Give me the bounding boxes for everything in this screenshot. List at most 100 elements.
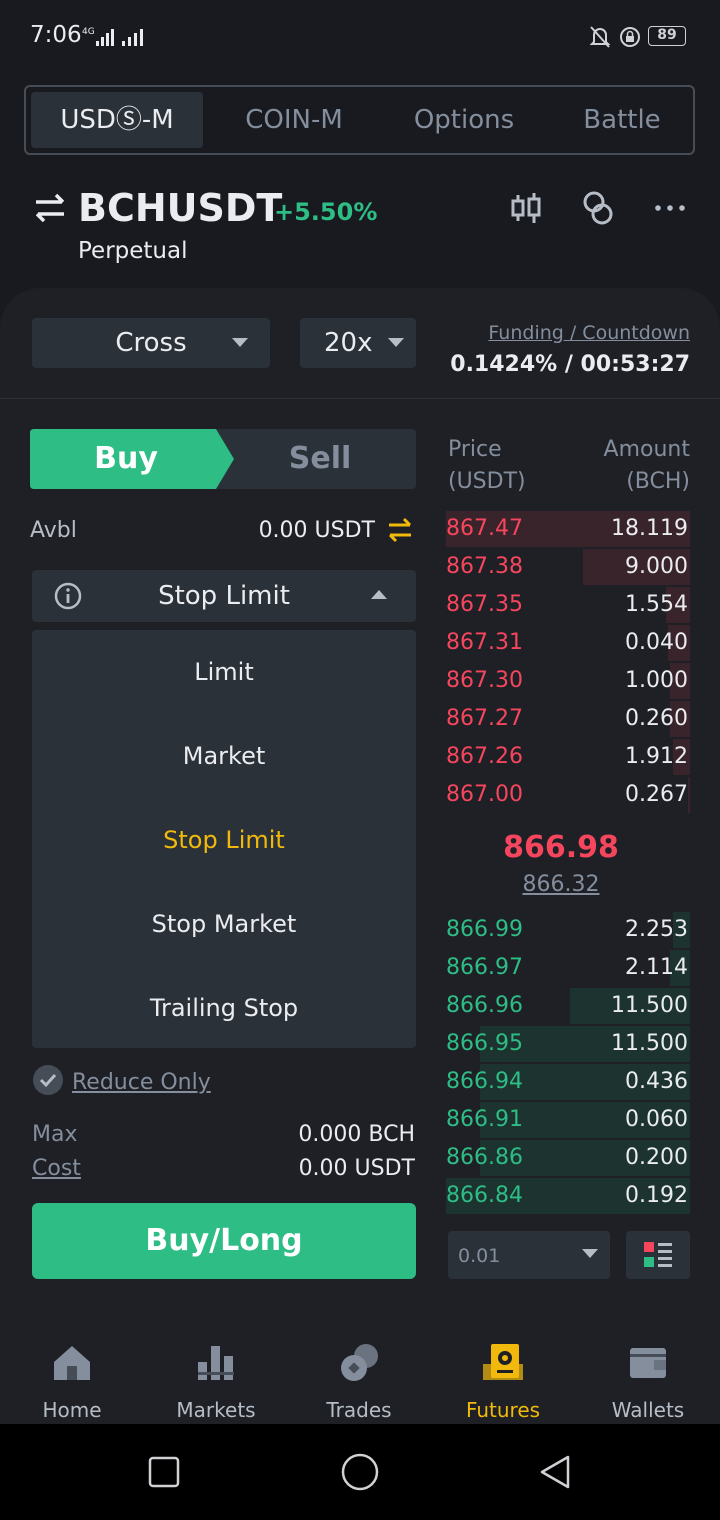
row-amount: 11.500 — [611, 1031, 688, 1056]
chevron-up-icon — [371, 590, 387, 599]
row-price: 866.84 — [446, 1183, 523, 1208]
menu-item-stop-market[interactable]: Stop Market — [32, 882, 416, 966]
row-amount: 0.060 — [625, 1107, 688, 1132]
amount-header-label: Amount — [603, 437, 690, 462]
contract-type: Perpetual — [78, 238, 188, 264]
orderbook-layout-icon — [644, 1242, 672, 1267]
order-type-value: Stop Limit — [158, 581, 290, 611]
row-amount: 0.040 — [625, 630, 688, 655]
buy-tab[interactable]: Buy — [30, 441, 222, 476]
row-price: 866.86 — [446, 1145, 523, 1170]
amount-header: Amount (BCH) — [604, 434, 690, 498]
buy-long-button[interactable]: Buy/Long — [32, 1203, 416, 1279]
row-amount: 1.912 — [625, 744, 688, 769]
sell-tab[interactable]: Sell — [226, 441, 414, 476]
price-header: Price (USDT) — [448, 434, 526, 498]
chevron-down-icon — [388, 338, 404, 347]
ask-row[interactable]: 867.00 0.267 — [446, 777, 690, 813]
menu-item-trailing-stop[interactable]: Trailing Stop — [32, 966, 416, 1050]
precision-select[interactable]: 0.01 — [448, 1231, 610, 1279]
row-price: 867.38 — [446, 554, 523, 579]
bid-row[interactable]: 866.84 0.192 — [446, 1178, 690, 1214]
row-amount: 1.554 — [625, 592, 688, 617]
copy-trading-icon[interactable] — [580, 190, 616, 226]
tab-battle[interactable]: Battle — [556, 92, 688, 148]
max-value: 0.000 BCH — [298, 1122, 415, 1147]
bell-off-icon — [589, 26, 611, 48]
bid-row[interactable]: 866.99 2.253 — [446, 912, 690, 948]
bid-row[interactable]: 866.96 11.500 — [446, 988, 690, 1024]
back-icon[interactable] — [538, 1454, 574, 1490]
bid-row[interactable]: 866.91 0.060 — [446, 1102, 690, 1138]
amount-header-unit: (BCH) — [626, 469, 690, 494]
row-price: 867.26 — [446, 744, 523, 769]
tab-usds-m[interactable]: USDⓈ-M — [31, 92, 203, 148]
row-price: 866.97 — [446, 955, 523, 980]
tab-coin-m[interactable]: COIN-M — [216, 92, 372, 148]
menu-item-market[interactable]: Market — [32, 714, 416, 798]
row-price: 866.94 — [446, 1069, 523, 1094]
tab-options[interactable]: Options — [386, 92, 542, 148]
swap-pair-icon[interactable] — [32, 190, 68, 226]
row-price: 867.47 — [446, 516, 523, 541]
home-button-icon[interactable] — [340, 1452, 380, 1492]
ask-row[interactable]: 867.35 1.554 — [446, 587, 690, 623]
funding-label[interactable]: Funding / Countdown — [488, 322, 690, 344]
chevron-down-icon — [582, 1249, 598, 1258]
menu-item-limit[interactable]: Limit — [32, 630, 416, 714]
nav-trades-label: Trades — [326, 1398, 392, 1422]
symbol-name[interactable]: BCHUSDT — [78, 186, 282, 230]
row-amount: 0.200 — [625, 1145, 688, 1170]
row-amount: 18.119 — [611, 516, 688, 541]
ask-row[interactable]: 867.47 18.119 — [446, 511, 690, 547]
orderbook-layout-button[interactable] — [626, 1231, 690, 1279]
funding-value: 0.1424% / 00:53:27 — [450, 352, 690, 377]
trades-icon — [341, 1344, 378, 1381]
status-bar: 7:06 4G 89 — [0, 0, 720, 72]
row-price: 867.00 — [446, 782, 523, 807]
avbl-value: 0.00 USDT — [258, 518, 375, 543]
menu-item-stop-limit[interactable]: Stop Limit — [32, 798, 416, 882]
avbl-label: Avbl — [30, 518, 77, 543]
candlestick-chart-icon[interactable] — [508, 190, 544, 226]
battery-icon: 89 — [648, 26, 686, 46]
buy-long-label: Buy/Long — [145, 1223, 303, 1258]
row-amount: 0.192 — [625, 1183, 688, 1208]
row-amount: 11.500 — [611, 993, 688, 1018]
system-nav-bar — [0, 1424, 720, 1520]
row-amount: 0.436 — [625, 1069, 688, 1094]
futures-icon — [483, 1344, 523, 1380]
mark-price[interactable]: 866.32 — [446, 872, 676, 897]
leverage-select[interactable]: 20x — [300, 318, 416, 368]
transfer-icon[interactable] — [386, 516, 414, 544]
order-type-select[interactable]: Stop Limit — [32, 570, 416, 622]
row-amount: 1.000 — [625, 668, 688, 693]
row-price: 867.30 — [446, 668, 523, 693]
chevron-down-icon — [232, 338, 248, 347]
ask-row[interactable]: 867.38 9.000 — [446, 549, 690, 585]
network-type: 4G — [82, 27, 95, 37]
cost-value: 0.00 USDT — [298, 1156, 415, 1181]
nav-futures-label: Futures — [465, 1398, 541, 1422]
depth-bar — [688, 777, 690, 813]
cost-label[interactable]: Cost — [32, 1156, 81, 1181]
ask-row[interactable]: 867.30 1.000 — [446, 663, 690, 699]
nav-home-label: Home — [42, 1398, 102, 1422]
nav-markets-label: Markets — [176, 1398, 256, 1422]
bid-row[interactable]: 866.97 2.114 — [446, 950, 690, 986]
row-price: 867.35 — [446, 592, 523, 617]
last-price[interactable]: 866.98 — [446, 830, 676, 865]
ask-row[interactable]: 867.31 0.040 — [446, 625, 690, 661]
more-options-icon[interactable] — [652, 190, 688, 226]
reduce-only-checkbox[interactable] — [32, 1064, 64, 1096]
margin-mode-select[interactable]: Cross — [32, 318, 270, 368]
markets-icon — [198, 1346, 234, 1380]
ask-row[interactable]: 867.27 0.260 — [446, 701, 690, 737]
bid-row[interactable]: 866.86 0.200 — [446, 1140, 690, 1176]
ask-row[interactable]: 867.26 1.912 — [446, 739, 690, 775]
recent-apps-icon[interactable] — [148, 1456, 180, 1488]
bid-row[interactable]: 866.95 11.500 — [446, 1026, 690, 1062]
bid-row[interactable]: 866.94 0.436 — [446, 1064, 690, 1100]
reduce-only-label[interactable]: Reduce Only — [72, 1070, 211, 1095]
row-price: 867.27 — [446, 706, 523, 731]
